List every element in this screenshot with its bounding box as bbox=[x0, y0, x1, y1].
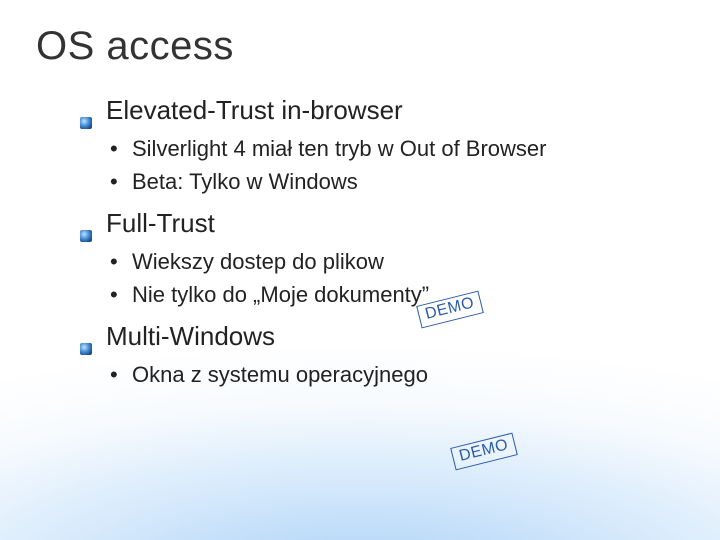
topic-full-trust: Full-Trust Wiekszy dostep do plikow Nie … bbox=[80, 208, 684, 311]
sub-list: Wiekszy dostep do plikow Nie tylko do „M… bbox=[110, 245, 684, 311]
sub-list: Okna z systemu operacyjnego bbox=[110, 358, 684, 391]
bullet-icon bbox=[80, 105, 92, 117]
list-item: Nie tylko do „Moje dokumenty” bbox=[110, 278, 684, 311]
topic-heading-label: Elevated-Trust in-browser bbox=[106, 95, 403, 126]
list-item: Beta: Tylko w Windows bbox=[110, 165, 684, 198]
demo-badge: DEMO bbox=[450, 433, 518, 471]
slide: OS access Eleva bbox=[0, 0, 720, 391]
list-item: Wiekszy dostep do plikow bbox=[110, 245, 684, 278]
topic-heading: Elevated-Trust in-browser bbox=[80, 95, 684, 126]
slide-title: OS access bbox=[36, 24, 684, 69]
bullet-icon bbox=[80, 331, 92, 343]
list-item: Silverlight 4 miał ten tryb w Out of Bro… bbox=[110, 132, 684, 165]
topic-multi-windows: Multi-Windows Okna z systemu operacyjneg… bbox=[80, 321, 684, 391]
sub-list: Silverlight 4 miał ten tryb w Out of Bro… bbox=[110, 132, 684, 198]
topic-heading-label: Multi-Windows bbox=[106, 321, 275, 352]
topic-heading: Multi-Windows bbox=[80, 321, 684, 352]
topics-container: Elevated-Trust in-browser Silverlight 4 … bbox=[80, 95, 684, 391]
topic-heading-label: Full-Trust bbox=[106, 208, 215, 239]
list-item: Okna z systemu operacyjnego bbox=[110, 358, 684, 391]
topic-heading: Full-Trust bbox=[80, 208, 684, 239]
topic-elevated-trust: Elevated-Trust in-browser Silverlight 4 … bbox=[80, 95, 684, 198]
bullet-icon bbox=[80, 218, 92, 230]
